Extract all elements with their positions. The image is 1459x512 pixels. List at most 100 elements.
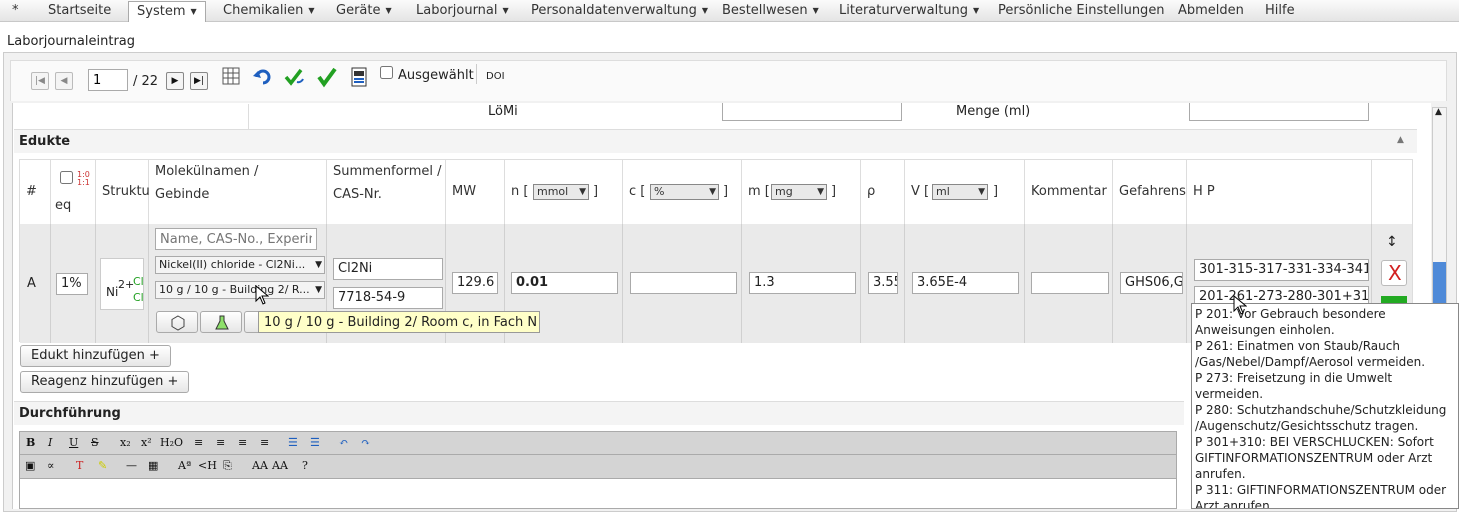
sort-numeric-icon[interactable]: 1:0 1:1: [77, 171, 90, 187]
select-all-checkbox[interactable]: [60, 171, 73, 184]
dropdown-arrow-icon: ▼: [709, 187, 716, 197]
horizontal-rule-icon[interactable]: —: [126, 459, 137, 472]
help-icon[interactable]: ?: [302, 459, 308, 472]
menu-item-abmelden[interactable]: Abmelden: [1178, 3, 1244, 20]
v-input[interactable]: 3.65E-4: [912, 272, 1019, 294]
durchfuehrung-editor[interactable]: [19, 479, 1177, 509]
insert-table-icon[interactable]: ▦: [148, 459, 158, 472]
c-unit-select[interactable]: % ▼: [650, 184, 719, 200]
menu-item-hilfe[interactable]: Hilfe: [1265, 3, 1295, 20]
edukte-title: Edukte: [19, 134, 71, 149]
prev-page-icon[interactable]: ◀: [55, 72, 73, 90]
chevron-down-icon: ▼: [973, 6, 980, 15]
flask-button[interactable]: [200, 311, 242, 333]
dropdown-arrow-icon: ▼: [579, 187, 586, 197]
menu-item-chemikalien[interactable]: Chemikalien ▼: [223, 3, 314, 20]
kommentar-input[interactable]: [1031, 272, 1109, 294]
paste-icon[interactable]: ⎘: [223, 459, 232, 473]
chem-formula-icon[interactable]: H₂O: [160, 436, 183, 449]
selected-checkbox[interactable]: [380, 66, 393, 79]
rho-input[interactable]: 3.55: [868, 272, 898, 294]
menge-input[interactable]: [1189, 103, 1369, 121]
bold-icon[interactable]: B: [26, 436, 35, 449]
m-input[interactable]: 1.3: [749, 272, 856, 294]
save-check-icon[interactable]: [316, 66, 338, 92]
toolbar-divider: [476, 64, 477, 84]
add-reagenz-button[interactable]: Reagenz hinzufügen +: [20, 371, 190, 393]
text-color-icon[interactable]: T: [76, 459, 83, 472]
remove-format-icon[interactable]: ∝: [47, 459, 54, 472]
menu-item-system[interactable]: System ▼: [128, 1, 206, 22]
molecule-search-input[interactable]: [155, 228, 317, 250]
cell-divider: [741, 224, 742, 343]
menu-item-bestellwesen[interactable]: Bestellwesen ▼: [722, 3, 819, 20]
add-edukt-button[interactable]: Edukt hinzufügen +: [20, 345, 171, 367]
font-size-down-icon[interactable]: AA: [272, 459, 288, 472]
ghs-input[interactable]: GHS06,GH: [1120, 272, 1183, 294]
menu-item-persoenliche-einstellungen[interactable]: Persönliche Einstellungen: [998, 3, 1165, 20]
subscript-icon[interactable]: x₂: [120, 436, 131, 449]
numbered-list-icon[interactable]: ☰: [310, 436, 320, 449]
align-right-icon[interactable]: ≡: [238, 436, 247, 449]
editor-redo-icon[interactable]: ↷: [361, 436, 370, 449]
container-select[interactable]: 10 g / 10 g - Building 2/ R... ▼: [155, 281, 325, 299]
cell-divider: [1186, 224, 1187, 343]
last-page-icon[interactable]: ▶|: [190, 72, 208, 90]
col-header-struktur: Struktu: [96, 160, 150, 224]
underline-icon[interactable]: U: [69, 436, 78, 449]
scroll-up-icon[interactable]: ▲: [1435, 107, 1442, 117]
undo-icon[interactable]: [253, 68, 273, 90]
bullet-list-icon[interactable]: ☰: [288, 436, 298, 449]
delete-row-button[interactable]: X: [1381, 260, 1407, 286]
next-page-icon[interactable]: ▶: [166, 72, 184, 90]
align-justify-icon[interactable]: ≡: [260, 436, 269, 449]
structure-edit-button[interactable]: [156, 311, 198, 333]
editor-undo-icon[interactable]: ↶: [339, 436, 348, 449]
dropdown-arrow-icon: ▼: [978, 187, 985, 197]
cas-input[interactable]: 7718-54-9: [333, 287, 443, 309]
formula-input[interactable]: Cl2Ni: [333, 258, 443, 280]
durchfuehrung-section-header[interactable]: Durchführung: [14, 401, 1184, 425]
menu-item-laborjournal[interactable]: Laborjournal ▼: [416, 3, 509, 20]
mw-input[interactable]: 129.6: [452, 272, 498, 294]
c-input[interactable]: [630, 272, 737, 294]
h-phrases-input[interactable]: 301-315-317-331-334-341: [1194, 259, 1369, 281]
menu-item-personaldatenverwaltung[interactable]: Personaldatenverwaltung ▼: [531, 3, 708, 20]
v-unit-select[interactable]: ml ▼: [932, 184, 988, 200]
chevron-down-icon: ▼: [502, 6, 509, 15]
n-unit-select[interactable]: mmol ▼: [533, 184, 589, 200]
structure-image[interactable]: Ni 2+ Cl Cl: [100, 258, 144, 310]
insert-object-icon[interactable]: ▣: [25, 459, 35, 472]
m-unit-select[interactable]: mg ▼: [771, 184, 827, 200]
first-page-icon[interactable]: |◀: [31, 72, 49, 90]
italic-icon[interactable]: I: [48, 436, 52, 449]
col-header-hp: H P: [1187, 160, 1372, 224]
eq-input[interactable]: 1%: [56, 273, 88, 295]
special-char-icon[interactable]: Aª: [178, 459, 191, 472]
menu-item-startseite[interactable]: Startseite: [48, 3, 111, 20]
html-source-icon[interactable]: <H: [198, 459, 217, 472]
cell-divider: [904, 224, 905, 343]
menu-item-geraete[interactable]: Geräte ▼: [336, 3, 392, 20]
menu-item-star[interactable]: *: [12, 3, 19, 20]
n-input[interactable]: 0.01: [511, 272, 618, 294]
highlight-icon[interactable]: ✎: [98, 459, 107, 472]
row-letter: A: [27, 276, 36, 291]
collapse-icon[interactable]: ▲: [1397, 135, 1404, 145]
doi-button[interactable]: DOI: [486, 71, 505, 82]
menu-item-literaturverwaltung[interactable]: Literaturverwaltung ▼: [839, 3, 979, 20]
loemi-input[interactable]: [722, 103, 902, 121]
align-left-icon[interactable]: ≡: [194, 436, 203, 449]
pdf-export-icon[interactable]: [351, 67, 367, 91]
strikethrough-icon[interactable]: S: [91, 436, 99, 449]
page-number-input[interactable]: [88, 69, 128, 91]
superscript-icon[interactable]: x²: [141, 436, 152, 449]
align-center-icon[interactable]: ≡: [216, 436, 225, 449]
molecule-select[interactable]: Nickel(II) chloride - Cl2Ni... ▼: [155, 256, 325, 274]
save-refresh-icon[interactable]: [283, 66, 305, 92]
col-header-c: c [ % ▼ ]: [623, 160, 742, 224]
font-size-up-icon[interactable]: AA: [252, 459, 268, 472]
edukte-section-header[interactable]: Edukte ▲: [14, 129, 1417, 153]
table-view-icon[interactable]: [222, 67, 240, 89]
move-row-icon[interactable]: ↕: [1386, 234, 1398, 250]
